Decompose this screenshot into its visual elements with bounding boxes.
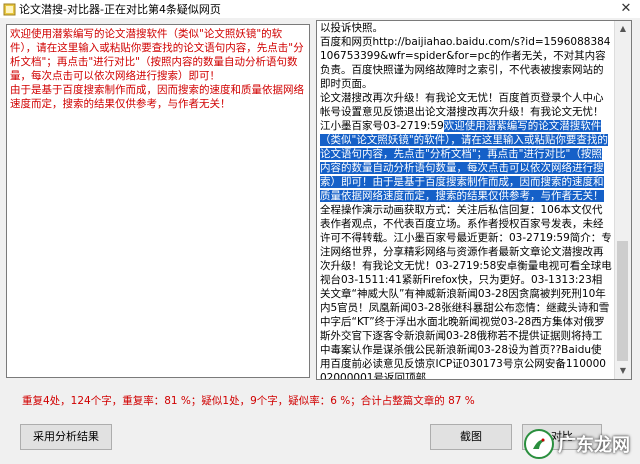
use-analysis-button[interactable]: 采用分析结果: [20, 424, 112, 450]
window-title: 论文潜搜-对比器-正在对比第4条疑似网页: [19, 3, 221, 16]
scroll-thumb[interactable]: [617, 241, 628, 361]
scroll-up-icon[interactable]: ▲: [615, 21, 631, 37]
result-text-before: 以投诉快照。 百度和网页http://baijiahao.baidu.com/s…: [320, 22, 611, 132]
title-bar: 论文潜搜-对比器-正在对比第4条疑似网页 ✕: [0, 0, 640, 18]
app-icon: [3, 3, 16, 15]
result-text: 以投诉快照。 百度和网页http://baijiahao.baidu.com/s…: [317, 21, 615, 379]
result-textarea[interactable]: 以投诉快照。 百度和网页http://baijiahao.baidu.com/s…: [316, 20, 632, 380]
input-text: 欢迎使用潜紫编写的论文潜搜软件（类似"论文照妖镜"的软件），请在这里输入或粘贴你…: [10, 28, 304, 110]
vertical-scrollbar[interactable]: ▲ ▼: [614, 21, 631, 379]
close-icon: ✕: [620, 1, 632, 16]
summary-text: 重复4处，124个字，重复率：81 %；疑似1处，9个字，疑似率：6 %；合计占…: [22, 395, 475, 407]
watermark-logo-icon: [524, 429, 554, 459]
watermark: 广东龙网: [524, 424, 640, 464]
screenshot-button[interactable]: 截图: [430, 424, 512, 450]
close-button[interactable]: ✕: [618, 0, 634, 17]
result-highlight: 欢迎使用潜紫编写的论文潜搜软件（类似"论文照妖镜"的软件），请在这里输入或粘贴你…: [320, 120, 608, 202]
scroll-down-icon[interactable]: ▼: [615, 363, 631, 379]
input-textarea[interactable]: 欢迎使用潜紫编写的论文潜搜软件（类似"论文照妖镜"的软件），请在这里输入或粘贴你…: [6, 24, 310, 378]
result-text-after: 全程操作演示动画获取方式：关注后私信回复：106本文仅代表作者观点，不代表百度立…: [320, 204, 612, 379]
watermark-text: 广东龙网: [558, 435, 630, 456]
